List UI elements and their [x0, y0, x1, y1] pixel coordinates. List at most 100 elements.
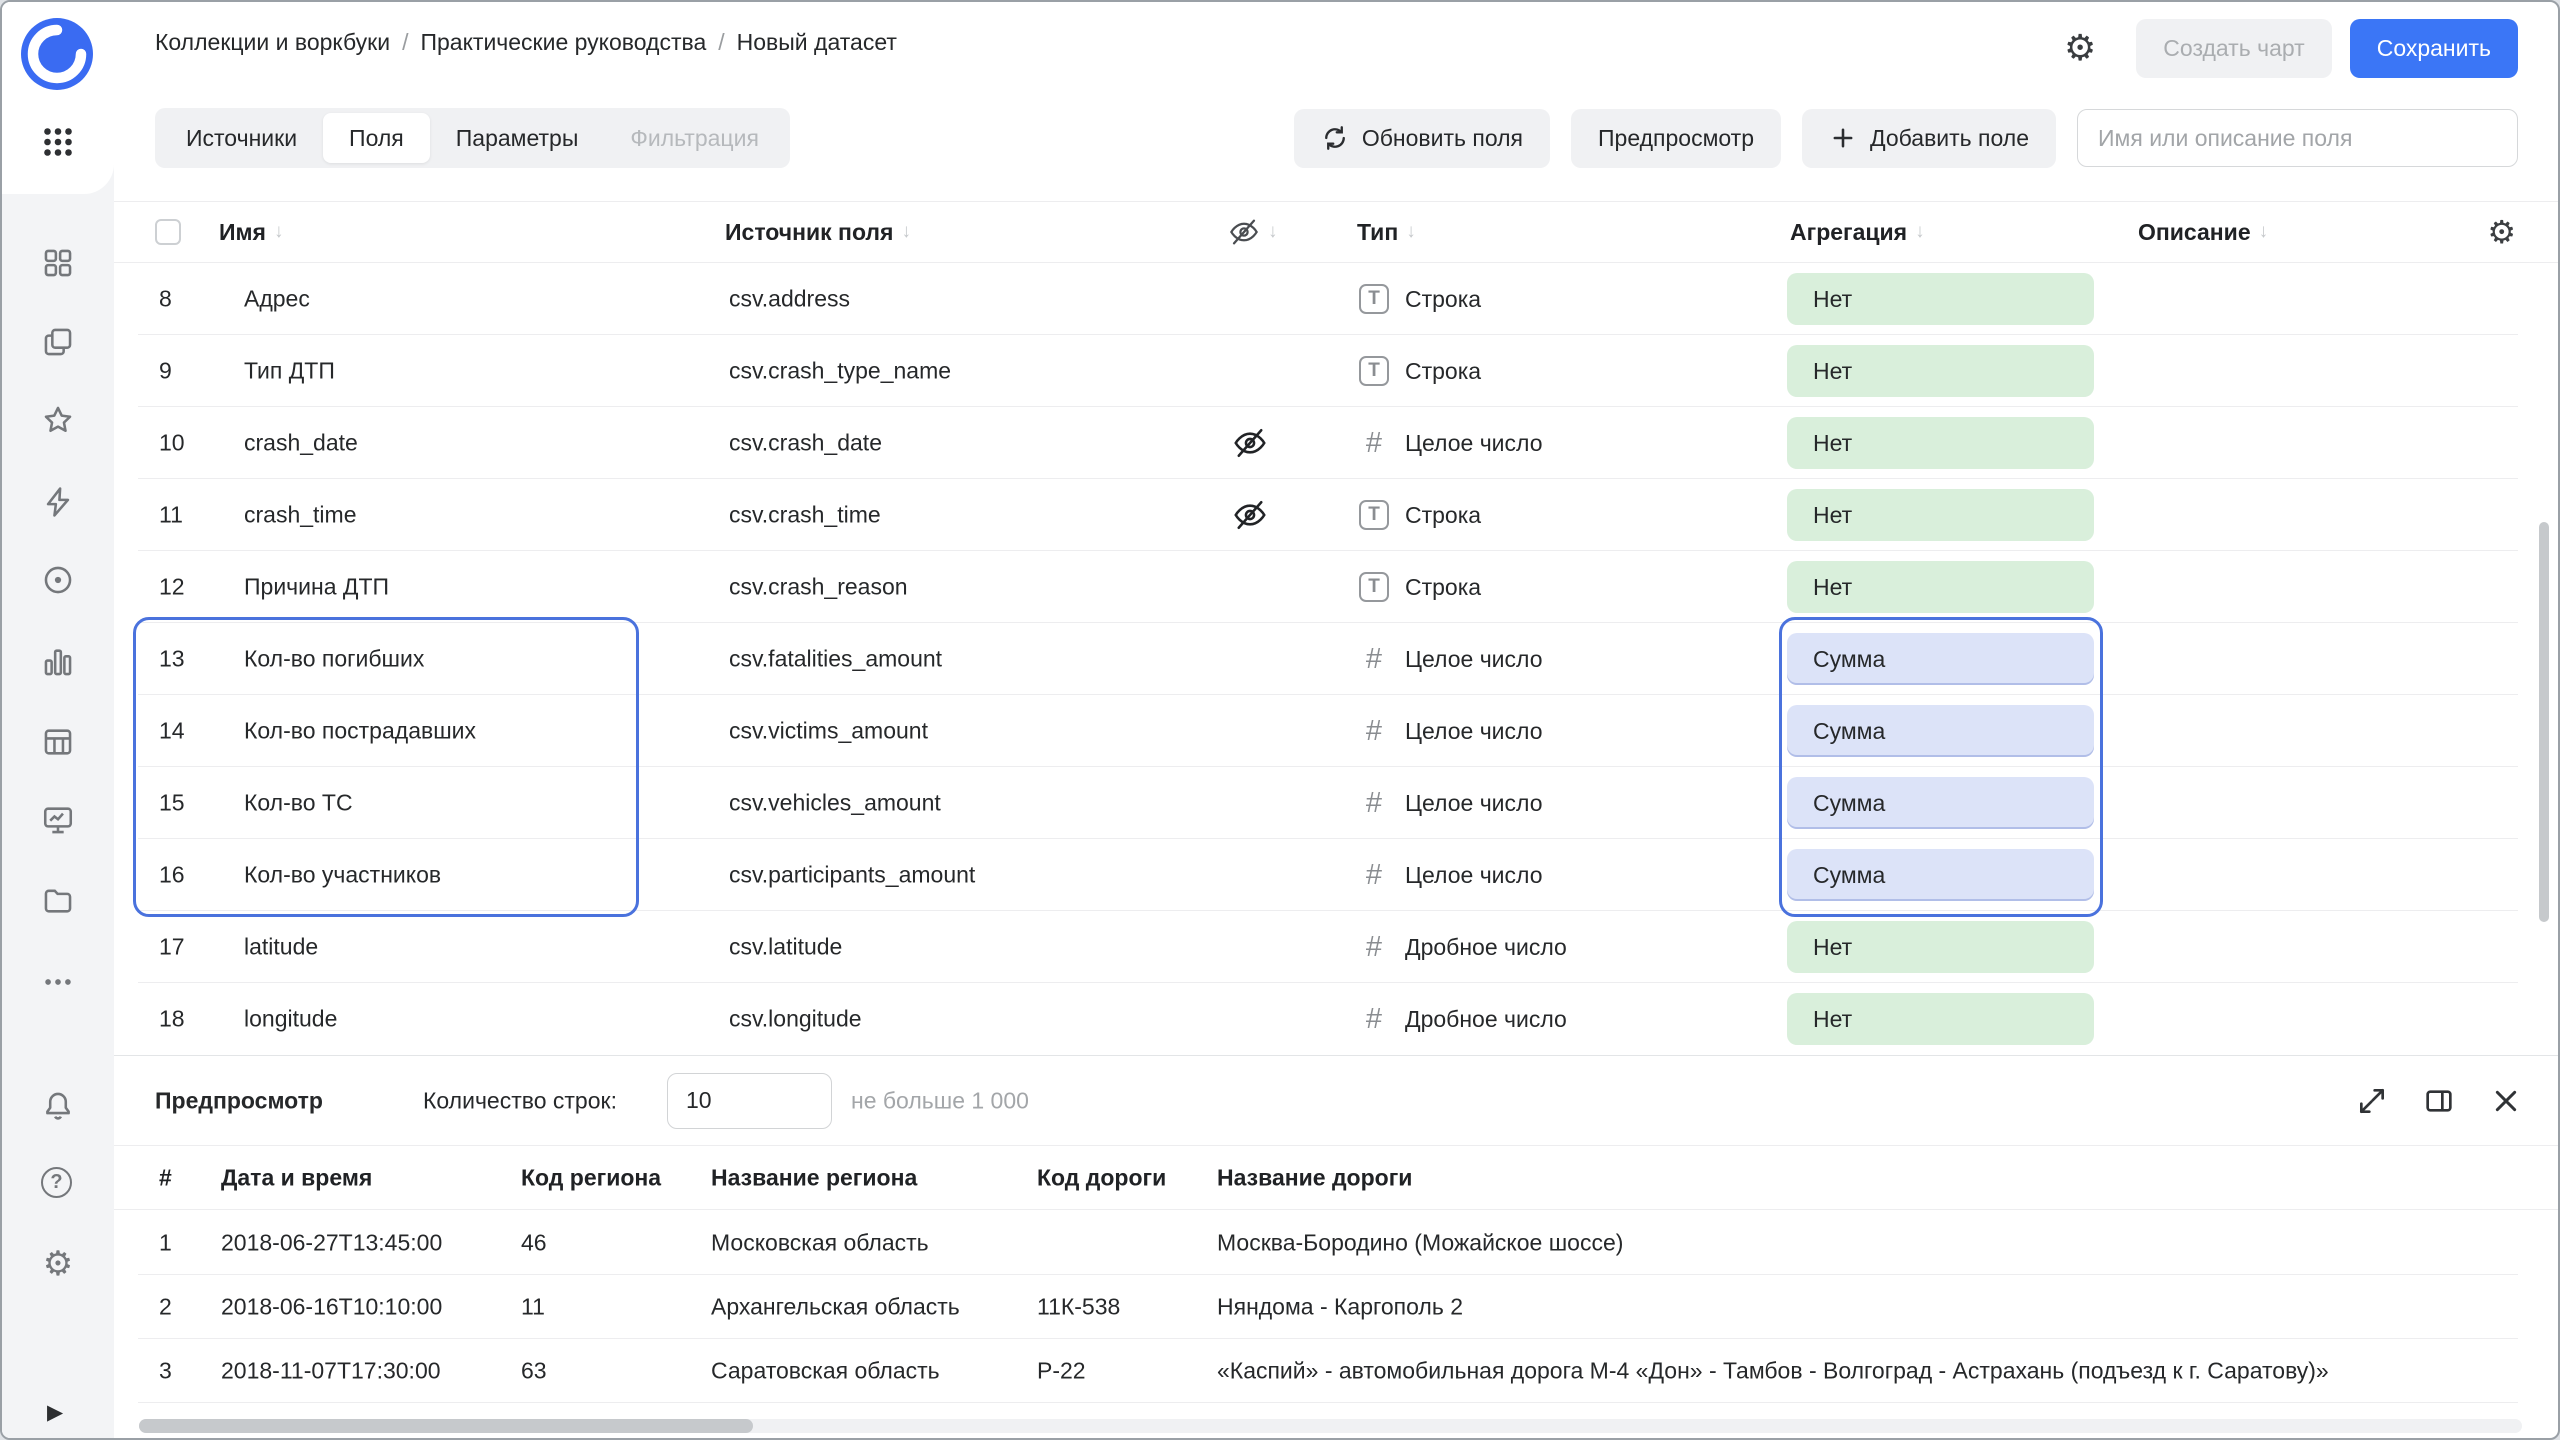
field-name: Тип ДТП: [244, 358, 335, 385]
preview-col-region-code: Код региона: [521, 1164, 661, 1191]
breadcrumb-workbook[interactable]: Практические руководства: [420, 29, 706, 56]
datalens-logo-icon[interactable]: [21, 18, 93, 90]
hidden-eye-off-icon[interactable]: [1232, 425, 1268, 461]
field-row[interactable]: 9 Тип ДТП csv.crash_type_name T Строка Н…: [114, 335, 2558, 407]
aggregation-select[interactable]: Нет: [1787, 993, 2094, 1045]
preview-datetime: 2018-11-07T17:30:00: [221, 1358, 441, 1385]
dataset-tabs: Источники Поля Параметры Фильтрация: [155, 108, 790, 168]
field-row[interactable]: 12 Причина ДТП csv.crash_reason T Строка…: [114, 551, 2558, 623]
aggregation-select[interactable]: Нет: [1787, 921, 2094, 973]
more-ellipsis-icon[interactable]: [41, 965, 75, 999]
type-label: Целое число: [1405, 646, 1543, 673]
tab[interactable]: Источники: [160, 113, 323, 163]
row-count-input[interactable]: [667, 1073, 832, 1129]
preview-row-number: 1: [159, 1230, 172, 1257]
aggregation-select[interactable]: Нет: [1787, 273, 2094, 325]
aggregation-select[interactable]: Сумма: [1787, 849, 2094, 901]
tab[interactable]: Параметры: [430, 113, 605, 163]
preview-close-icon[interactable]: [2490, 1085, 2522, 1117]
field-row[interactable]: 8 Адрес csv.address T Строка Нет: [114, 263, 2558, 335]
update-fields-button[interactable]: Обновить поля: [1294, 109, 1550, 168]
apps-grid-icon[interactable]: [40, 124, 76, 160]
type-label: Строка: [1405, 574, 1481, 601]
column-header-hidden[interactable]: ↓: [1228, 202, 1278, 262]
create-chart-button[interactable]: Создать чарт: [2136, 19, 2331, 78]
column-header-name[interactable]: Имя ↓: [219, 202, 283, 262]
monitoring-icon[interactable]: [41, 563, 75, 597]
column-header-type[interactable]: Тип ↓: [1357, 202, 1416, 262]
type-icon: T: [1359, 500, 1389, 530]
field-source: csv.vehicles_amount: [729, 790, 941, 817]
horizontal-scrollbar-track[interactable]: [139, 1419, 2522, 1433]
save-button[interactable]: Сохранить: [2350, 19, 2518, 78]
aggregation-select[interactable]: Нет: [1787, 561, 2094, 613]
row-number: 17: [159, 934, 185, 961]
field-row[interactable]: 18 longitude csv.longitude # Дробное чис…: [114, 983, 2558, 1055]
breadcrumb-collections[interactable]: Коллекции и воркбуки: [155, 29, 390, 56]
horizontal-scrollbar-thumb[interactable]: [139, 1419, 753, 1433]
preview-datetime: 2018-06-27T13:45:00: [221, 1230, 442, 1257]
column-header-description[interactable]: Описание ↓: [2138, 202, 2268, 262]
field-row[interactable]: 11 crash_time csv.crash_time T Строка Не…: [114, 479, 2558, 551]
preview-col-road-name: Название дороги: [1217, 1164, 1412, 1191]
tab[interactable]: Фильтрация: [604, 113, 785, 163]
app-window: ? ⚙ ▶ Коллекции и воркбуки / Практически…: [0, 0, 2560, 1440]
hidden-eye-off-icon[interactable]: [1232, 497, 1268, 533]
field-row[interactable]: 13 Кол-во погибших csv.fatalities_amount…: [114, 623, 2558, 695]
help-icon[interactable]: ?: [41, 1167, 75, 1201]
row-number: 14: [159, 718, 185, 745]
field-type: # Целое число: [1359, 716, 1543, 746]
preview-side-panel-icon[interactable]: [2423, 1085, 2455, 1117]
storage-folder-icon[interactable]: [41, 883, 75, 917]
tab[interactable]: Поля: [323, 113, 430, 163]
preview-button[interactable]: Предпросмотр: [1571, 109, 1781, 168]
aggregation-select[interactable]: Сумма: [1787, 777, 2094, 829]
field-type: T Строка: [1359, 356, 1481, 386]
field-source: csv.participants_amount: [729, 862, 975, 889]
sort-arrow-icon: ↓: [901, 221, 911, 243]
field-source: csv.victims_amount: [729, 718, 928, 745]
vertical-scrollbar-thumb[interactable]: [2539, 522, 2549, 922]
field-row[interactable]: 16 Кол-во участников csv.participants_am…: [114, 839, 2558, 911]
field-actions: Обновить поля Предпросмотр Добавить поле: [1294, 109, 2518, 168]
aggregation-select[interactable]: Нет: [1787, 417, 2094, 469]
preview-region-name: Саратовская область: [711, 1358, 940, 1385]
notifications-bell-icon[interactable]: [41, 1089, 75, 1123]
add-field-button[interactable]: Добавить поле: [1802, 109, 2056, 168]
fields-table-header: Имя ↓ Источник поля ↓ ↓ Тип ↓ Агрегация …: [114, 201, 2558, 263]
sort-arrow-icon: ↓: [1915, 221, 1925, 243]
field-search-input[interactable]: [2077, 109, 2518, 167]
charts-icon[interactable]: [41, 645, 75, 679]
select-all-checkbox[interactable]: [155, 219, 181, 245]
aggregation-select[interactable]: Нет: [1787, 345, 2094, 397]
table-settings-gear-icon[interactable]: ⚙: [2487, 216, 2516, 248]
editor-monitor-icon[interactable]: [41, 803, 75, 837]
update-fields-label: Обновить поля: [1362, 125, 1523, 152]
dataset-settings-gear-icon[interactable]: ⚙: [2064, 30, 2096, 66]
column-header-source[interactable]: Источник поля ↓: [725, 202, 911, 262]
tools-row: Источники Поля Параметры Фильтрация Обно…: [155, 108, 2518, 168]
preview-row-number: 2: [159, 1294, 172, 1321]
field-row[interactable]: 14 Кол-во пострадавших csv.victims_amoun…: [114, 695, 2558, 767]
preview-row-number: 3: [159, 1358, 172, 1385]
preview-expand-icon[interactable]: [2356, 1085, 2388, 1117]
aggregation-select[interactable]: Сумма: [1787, 633, 2094, 685]
aggregation-select[interactable]: Нет: [1787, 489, 2094, 541]
collections-icon[interactable]: [41, 246, 75, 280]
preview-region-code: 63: [521, 1358, 547, 1385]
field-row[interactable]: 10 crash_date csv.crash_date # Целое чис…: [114, 407, 2558, 479]
type-icon: #: [1359, 644, 1389, 674]
field-row[interactable]: 17 latitude csv.latitude # Дробное число…: [114, 911, 2558, 983]
field-type: # Целое число: [1359, 860, 1543, 890]
add-field-label: Добавить поле: [1870, 125, 2029, 152]
aggregation-select[interactable]: Сумма: [1787, 705, 2094, 757]
favorites-star-icon[interactable]: [41, 403, 75, 437]
datasets-table-icon[interactable]: [41, 725, 75, 759]
connections-lightning-icon[interactable]: [41, 485, 75, 519]
field-row[interactable]: 15 Кол-во ТС csv.vehicles_amount # Целое…: [114, 767, 2558, 839]
column-header-aggregation[interactable]: Агрегация ↓: [1790, 202, 1925, 262]
settings-gear-icon[interactable]: ⚙: [41, 1247, 75, 1281]
sidebar-expand-button[interactable]: ▶: [47, 1400, 63, 1425]
workbooks-icon[interactable]: [41, 325, 75, 359]
type-icon: #: [1359, 788, 1389, 818]
